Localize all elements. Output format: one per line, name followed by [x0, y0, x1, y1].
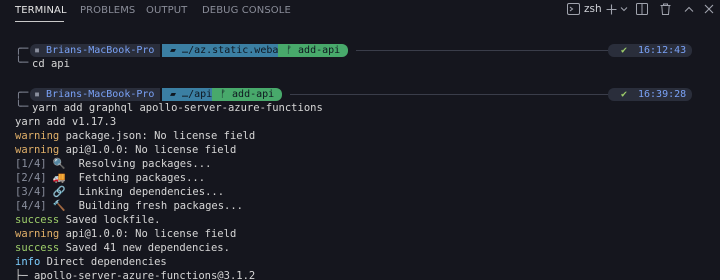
output-line: success Saved 41 new dependencies.	[15, 241, 230, 255]
prompt-git-branch: add-api	[298, 45, 341, 56]
prompt-filler-rule	[290, 94, 608, 95]
folder-icon: ▰	[170, 45, 183, 56]
active-tab-indicator	[15, 21, 64, 22]
output-line: warning api@1.0.0: No license field	[15, 143, 236, 157]
tab-debug-console[interactable]: DEBUG CONSOLE	[202, 5, 291, 16]
prompt-dir: …/api	[182, 89, 213, 100]
prompt-host: Brians-MacBook-Pro	[46, 45, 155, 56]
prompt-corner-top-glyph: ╭─	[15, 42, 29, 55]
output-text: 🚚 Fetching packages...	[46, 172, 206, 184]
git-branch-icon: ᚠ	[286, 45, 299, 56]
prompt-dir-segment: ▰ …/az.static.webapp	[162, 44, 296, 57]
prompt-host-segment: ▪ Brians-MacBook-Pro	[30, 88, 161, 101]
trash-icon[interactable]	[659, 0, 671, 18]
output-text: Saved 41 new dependencies.	[59, 242, 230, 254]
git-branch-icon: ᚠ	[220, 89, 233, 100]
output-text: 🔍 Resolving packages...	[46, 158, 212, 170]
chevron-down-icon[interactable]	[619, 0, 628, 18]
output-prefix-step: [4/4]	[15, 200, 47, 212]
output-text: Saved lockfile.	[59, 214, 161, 226]
output-text: package.json: No license field	[59, 130, 256, 142]
tab-terminal[interactable]: TERMINAL	[15, 5, 67, 16]
panel-tab-bar: TERMINAL PROBLEMS OUTPUT DEBUG CONSOLE z…	[0, 0, 720, 24]
output-prefix-warning: warning	[15, 130, 60, 142]
terminal-output[interactable]: ╭─ ▪ Brians-MacBook-Pro ▰ …/az.static.we…	[0, 24, 720, 280]
prompt-time-segment: 16:12:43	[632, 44, 693, 57]
prompt-dir: …/az.static.webapp	[182, 45, 291, 56]
shell-name-label[interactable]: zsh	[584, 0, 602, 18]
close-icon[interactable]	[703, 0, 714, 18]
output-text: api@1.0.0: No license field	[59, 144, 237, 156]
command-text: yarn add graphql apollo-server-azure-fun…	[32, 102, 323, 114]
prompt-git-segment: ᚠ add-api	[212, 88, 283, 101]
prompt-host: Brians-MacBook-Pro	[46, 89, 155, 100]
output-line: [1/4] 🔍 Resolving packages...	[15, 157, 211, 171]
output-prefix-success: success	[15, 214, 60, 226]
output-text: 🔗 Linking dependencies...	[46, 186, 225, 198]
terminal-panel: TERMINAL PROBLEMS OUTPUT DEBUG CONSOLE z…	[0, 0, 720, 280]
output-text: yarn add v1.17.3	[15, 116, 117, 128]
output-prefix-tree: ├─	[15, 270, 28, 280]
output-text: apollo-server-azure-functions@3.1.2	[27, 270, 256, 280]
output-line: yarn add v1.17.3	[15, 115, 116, 129]
apple-icon: ▪	[34, 45, 47, 56]
prompt-time-segment: 16:39:28	[632, 88, 693, 101]
prompt-git-segment: ᚠ add-api	[278, 44, 349, 57]
output-text: 🔨 Building fresh packages...	[46, 200, 244, 212]
output-line: [2/4] 🚚 Fetching packages...	[15, 171, 205, 185]
output-line: [4/4] 🔨 Building fresh packages...	[15, 199, 243, 213]
prompt-host-segment: ▪ Brians-MacBook-Pro	[30, 44, 161, 57]
output-line: warning package.json: No license field	[15, 129, 255, 143]
output-prefix-warning: warning	[15, 144, 60, 156]
output-line: success Saved lockfile.	[15, 213, 160, 227]
output-prefix-step: [3/4]	[15, 186, 47, 198]
output-prefix-success: success	[15, 242, 60, 254]
output-prefix-step: [1/4]	[15, 158, 47, 170]
plus-icon[interactable]	[605, 0, 617, 18]
output-prefix-info: info	[15, 256, 41, 268]
terminal-icon[interactable]	[566, 0, 580, 18]
prompt-git-branch: add-api	[232, 89, 275, 100]
output-line: [3/4] 🔗 Linking dependencies...	[15, 185, 224, 199]
chevron-up-icon[interactable]	[683, 0, 694, 18]
prompt-corner-top-glyph: ╭─	[15, 86, 29, 99]
prompt-filler-rule	[356, 50, 608, 51]
prompt-corner-bottom-glyph: ╰─	[15, 100, 29, 113]
command-text: cd api	[32, 58, 70, 70]
folder-icon: ▰	[170, 89, 183, 100]
output-line: info Direct dependencies	[15, 255, 167, 269]
output-prefix-warning: warning	[15, 228, 60, 240]
output-text: Direct dependencies	[40, 256, 167, 268]
prompt-dir-segment: ▰ …/api	[162, 88, 218, 101]
split-icon[interactable]	[635, 0, 648, 18]
output-line: ├─ apollo-server-azure-functions@3.1.2	[15, 269, 255, 280]
prompt-corner-bottom-glyph: ╰─	[15, 56, 29, 69]
output-line: warning api@1.0.0: No license field	[15, 227, 236, 241]
output-text: api@1.0.0: No license field	[59, 228, 237, 240]
tab-output[interactable]: OUTPUT	[146, 5, 187, 16]
tab-problems[interactable]: PROBLEMS	[80, 5, 135, 16]
apple-icon: ▪	[34, 89, 47, 100]
output-prefix-step: [2/4]	[15, 172, 47, 184]
